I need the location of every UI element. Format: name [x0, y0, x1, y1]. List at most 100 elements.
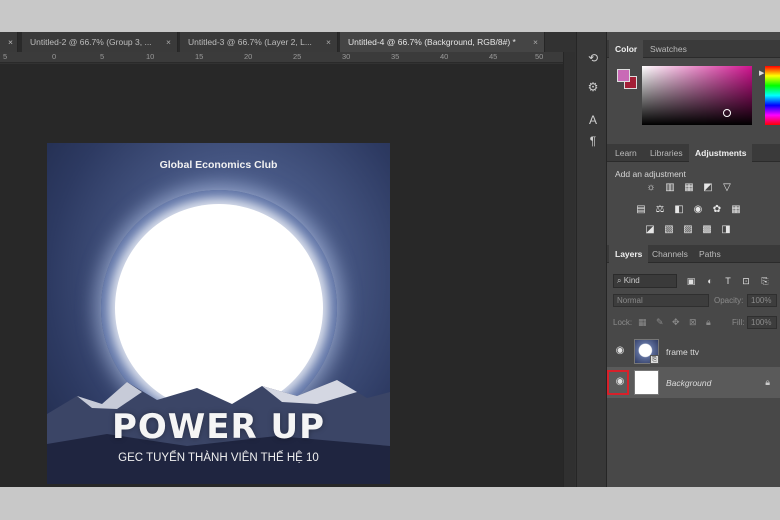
- ruler-mark: 5: [3, 52, 8, 61]
- horizontal-ruler: 5 0 5 10 15 20 25 30 35 40 45 50: [0, 52, 563, 63]
- lock-position-icon[interactable]: ✥: [672, 317, 680, 328]
- ruler-mark: 25: [293, 52, 302, 61]
- layer-row-frame-ttv[interactable]: ◉ ⎘ frame ttv: [607, 336, 780, 367]
- layers-panel-tabs: Layers Channels Paths: [607, 245, 780, 263]
- color-lookup-icon[interactable]: ▦: [730, 204, 742, 216]
- gradient-map-icon[interactable]: ◨: [720, 224, 732, 236]
- photoshop-window: × Untitled-2 @ 66.7% (Group 3, ... × Unt…: [0, 30, 780, 487]
- character-icon[interactable]: A: [585, 112, 601, 128]
- channel-mixer-icon[interactable]: ✿: [711, 204, 723, 216]
- tab-libraries[interactable]: Libraries: [644, 144, 689, 162]
- close-icon[interactable]: ×: [326, 32, 331, 52]
- invert-icon[interactable]: ◪: [644, 224, 656, 236]
- document-artwork[interactable]: Global Economics Club POWER UP GEC TUYỂN…: [47, 143, 390, 484]
- tab-learn[interactable]: Learn: [609, 144, 643, 162]
- fill-value: 100%: [751, 318, 772, 327]
- tab-label: Untitled-4 @ 66.7% (Background, RGB/8#) …: [348, 37, 516, 47]
- layer-thumbnail: [634, 370, 659, 395]
- lock-label: Lock:: [613, 318, 633, 327]
- close-icon[interactable]: ×: [166, 32, 171, 52]
- tab-paths[interactable]: Paths: [693, 245, 727, 263]
- canvas-area[interactable]: Global Economics Club POWER UP GEC TUYỂN…: [0, 64, 563, 487]
- color-balance-icon[interactable]: ⚖: [654, 204, 666, 216]
- lock-image-icon[interactable]: ✎: [656, 317, 664, 328]
- tab-label: Untitled-3 @ 66.7% (Layer 2, L...: [188, 37, 312, 47]
- shape-filter-icon[interactable]: ⊡: [740, 275, 752, 287]
- ruler-mark: 5: [100, 52, 105, 61]
- selective-color-icon[interactable]: ▩: [701, 224, 713, 236]
- tab-layers[interactable]: Layers: [609, 245, 649, 263]
- fill-label: Fill:: [732, 318, 745, 327]
- foreground-color-swatch[interactable]: [617, 69, 630, 82]
- tab-untitled-4[interactable]: Untitled-4 @ 66.7% (Background, RGB/8#) …: [340, 32, 545, 52]
- tab-label: Untitled-2 @ 66.7% (Group 3, ...: [30, 37, 152, 47]
- blend-mode-select[interactable]: Normal: [613, 294, 709, 307]
- levels-icon[interactable]: ▥: [664, 182, 676, 194]
- brightness-contrast-icon[interactable]: ☼: [645, 182, 657, 194]
- ruler-mark: 0: [52, 52, 57, 61]
- add-adjustment-label: Add an adjustment: [615, 169, 686, 179]
- vertical-scrollbar[interactable]: [563, 52, 575, 487]
- paragraph-icon[interactable]: ¶: [585, 133, 601, 149]
- ruler-mark: 10: [146, 52, 155, 61]
- hue-saturation-icon[interactable]: ▤: [635, 204, 647, 216]
- ruler-mark: 40: [440, 52, 449, 61]
- type-filter-icon[interactable]: T: [722, 275, 734, 287]
- posterize-icon[interactable]: ▧: [663, 224, 675, 236]
- panel-icon-strip: ⟲ ⚙ A ¶: [576, 32, 607, 487]
- layer-filter-kind-select[interactable]: ⌕ Kind: [613, 274, 677, 288]
- filter-kind-value: Kind: [623, 276, 640, 285]
- lock-icon[interactable]: 🔒︎: [765, 377, 770, 388]
- color-picker-cursor[interactable]: [723, 109, 731, 117]
- smart-object-filter-icon[interactable]: ⎘: [759, 275, 771, 287]
- ruler-mark: 15: [195, 52, 204, 61]
- fill-input[interactable]: 100%: [747, 316, 777, 329]
- visibility-eye-icon[interactable]: ◉: [613, 345, 627, 357]
- close-icon[interactable]: ×: [8, 37, 13, 47]
- layer-thumbnail: ⎘: [634, 339, 659, 364]
- close-icon[interactable]: ×: [533, 32, 538, 52]
- tab-channels[interactable]: Channels: [646, 245, 694, 263]
- tab-swatches[interactable]: Swatches: [644, 40, 693, 58]
- hue-slider-arrow-icon[interactable]: ▶: [759, 69, 764, 77]
- layer-name[interactable]: Background: [666, 378, 711, 388]
- tab-overflow[interactable]: ×: [0, 32, 18, 52]
- tab-color[interactable]: Color: [609, 40, 644, 58]
- black-white-icon[interactable]: ◧: [673, 204, 685, 216]
- curves-icon[interactable]: ▦: [683, 182, 695, 194]
- photo-filter-icon[interactable]: ◉: [692, 204, 704, 216]
- opacity-value: 100%: [751, 296, 772, 305]
- threshold-icon[interactable]: ▨: [682, 224, 694, 236]
- screen-top-border: [0, 0, 780, 32]
- lock-artboard-icon[interactable]: ⊠: [689, 317, 697, 328]
- ruler-mark: 50: [535, 52, 544, 61]
- tab-untitled-2[interactable]: Untitled-2 @ 66.7% (Group 3, ... ×: [22, 32, 178, 52]
- visibility-eye-icon[interactable]: ◉: [613, 376, 627, 388]
- history-icon[interactable]: ⟲: [585, 50, 601, 66]
- document-tab-bar: × Untitled-2 @ 66.7% (Group 3, ... × Unt…: [0, 32, 545, 52]
- tab-untitled-3[interactable]: Untitled-3 @ 66.7% (Layer 2, L... ×: [180, 32, 338, 52]
- opacity-input[interactable]: 100%: [747, 294, 777, 307]
- tab-adjustments[interactable]: Adjustments: [689, 144, 753, 162]
- properties-icon[interactable]: ⚙: [585, 79, 601, 95]
- lock-all-icon[interactable]: 🔒︎: [706, 317, 711, 328]
- vibrance-icon[interactable]: ▽: [721, 182, 733, 194]
- layer-name[interactable]: frame ttv: [666, 347, 699, 357]
- pixel-filter-icon[interactable]: ▣: [685, 275, 697, 287]
- right-panels: Color Swatches ▶ Learn Libraries Adjustm…: [607, 32, 780, 487]
- color-picker-field[interactable]: [642, 66, 752, 125]
- blend-mode-value: Normal: [617, 296, 643, 305]
- adjustment-filter-icon[interactable]: ◐: [704, 275, 716, 287]
- layer-row-background[interactable]: ◉ Background 🔒︎: [607, 367, 780, 398]
- exposure-icon[interactable]: ◩: [702, 182, 714, 194]
- ruler-mark: 35: [391, 52, 400, 61]
- search-icon: ⌕: [617, 276, 622, 285]
- lock-transparent-icon[interactable]: ▦: [638, 317, 647, 328]
- ruler-mark: 45: [489, 52, 498, 61]
- hue-slider[interactable]: [765, 66, 780, 125]
- ruler-mark: 20: [244, 52, 253, 61]
- headline-text: POWER UP: [111, 407, 326, 447]
- subtitle-text: GEC TUYỂN THÀNH VIÊN THẾ HỆ 10: [118, 452, 319, 464]
- adjustments-panel-tabs: Learn Libraries Adjustments: [607, 144, 780, 162]
- ruler-mark: 30: [342, 52, 351, 61]
